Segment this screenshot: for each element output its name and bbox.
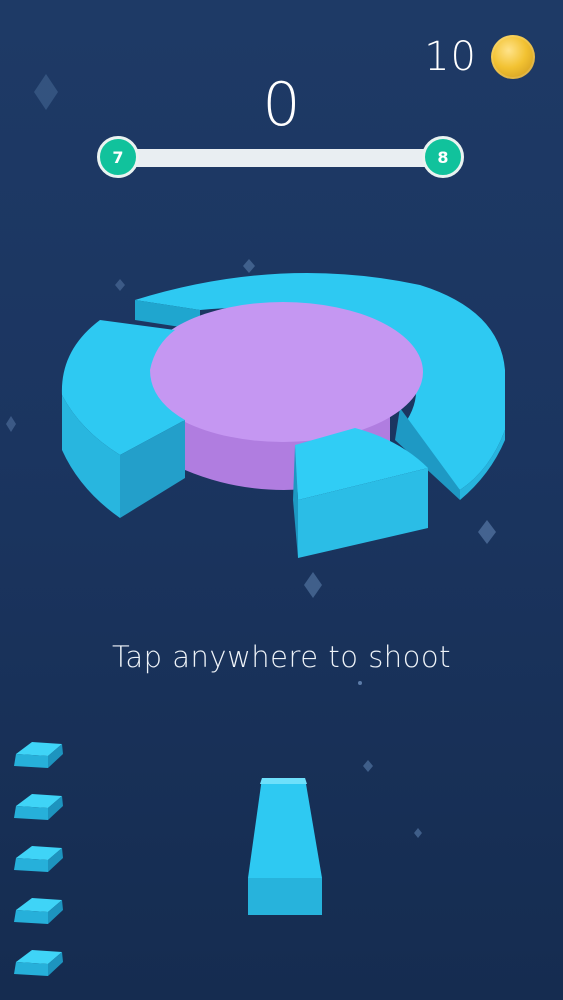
ammo-layer (14, 742, 322, 976)
remaining-shot-icon (14, 950, 63, 976)
shooter-block[interactable] (248, 778, 322, 915)
remaining-shot-icon (14, 794, 63, 820)
remaining-shot-icon (14, 846, 63, 872)
remaining-shot-icon (14, 742, 63, 768)
remaining-shot-icon (14, 898, 63, 924)
